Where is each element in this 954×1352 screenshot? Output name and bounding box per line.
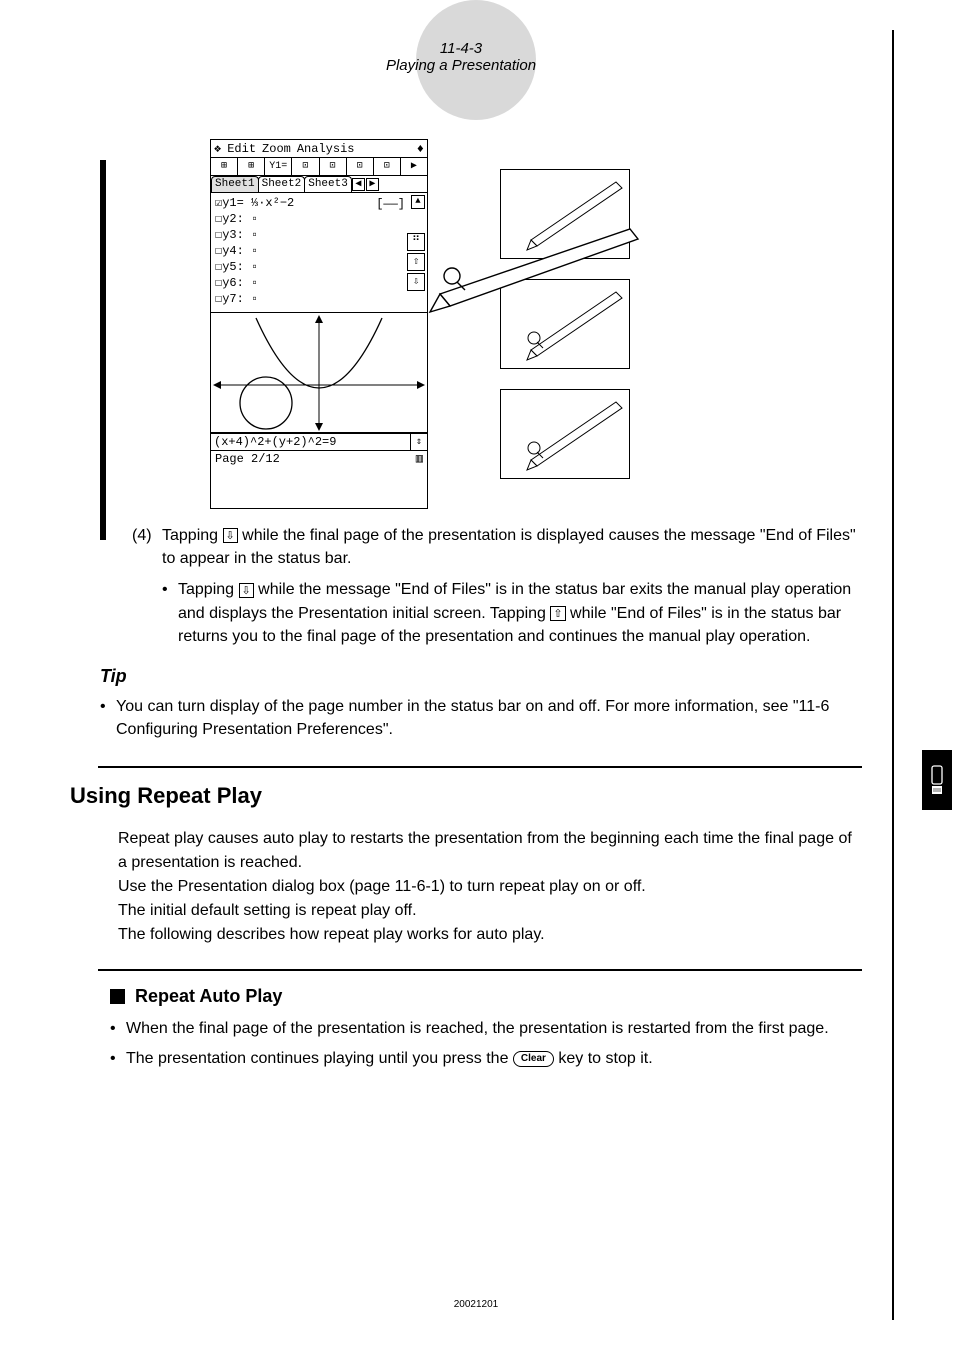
func-y3[interactable]: ☐y3: ▫	[215, 227, 423, 243]
menu-edit[interactable]: Edit	[227, 142, 256, 156]
para: The initial default setting is repeat pl…	[118, 899, 852, 923]
para: Repeat play causes auto play to restarts…	[118, 827, 852, 875]
equation-field[interactable]: (x+4)^2+(y+2)^2=9	[211, 434, 411, 450]
para: Use the Presentation dialog box (page 11…	[118, 875, 852, 899]
section-title: Playing a Presentation	[60, 57, 862, 74]
down-arrow-icon: ⇩	[223, 528, 238, 543]
func-y4[interactable]: ☐y4: ▫	[215, 243, 423, 259]
toolbar-btn[interactable]: ⊡	[292, 158, 319, 175]
menu-diamond-icon[interactable]: ♦	[417, 142, 424, 156]
page-header: 11-4-3 Playing a Presentation	[60, 30, 862, 74]
status-page: Page 2/12	[215, 451, 280, 468]
tab-sheet3[interactable]: Sheet3	[304, 176, 352, 192]
tip-heading: Tip	[100, 666, 862, 687]
bullet-icon: •	[110, 1017, 126, 1041]
menu-bar[interactable]: ❖ Edit Zoom Analysis ♦	[211, 140, 427, 158]
func-y5[interactable]: ☐y5: ▫	[215, 259, 423, 275]
tip-body: • You can turn display of the page numbe…	[100, 695, 842, 741]
stylus-figure-2	[500, 279, 630, 369]
tab-nav-left[interactable]: ◀	[352, 178, 365, 191]
sheet-tabs[interactable]: Sheet1 Sheet2 Sheet3 ◀ ▶	[211, 176, 427, 193]
menu-analysis[interactable]: Analysis	[297, 142, 355, 156]
bullet-text: When the final page of the presentation …	[126, 1017, 829, 1041]
bullet-icon: •	[162, 578, 178, 648]
bullet-text: The presentation continues playing until…	[126, 1047, 653, 1071]
battery-icon: ▥	[416, 451, 423, 468]
stylus-figure-3	[500, 389, 630, 479]
stylus-figure-1	[500, 169, 630, 259]
func-y7[interactable]: ☐y7: ▫	[215, 291, 423, 307]
bullet-icon: •	[110, 1047, 126, 1071]
para: The following describes how repeat play …	[118, 923, 852, 947]
function-list[interactable]: ☑y1= ⅓·x²−2 ☐y2: ▫ ☐y3: ▫ ☐y4: ▫ ☐y5: ▫ …	[211, 193, 427, 313]
divider	[98, 766, 862, 768]
up-arrow-icon: ⇧	[550, 606, 565, 621]
calculator-screenshot: ❖ Edit Zoom Analysis ♦ ⊞ ⊞ Y1= ⊡ ⊡ ⊡ ⊡ ▶…	[210, 139, 428, 509]
toolbar-btn[interactable]: ⊡	[347, 158, 374, 175]
scroll-widgets[interactable]: ⠛ ⇧ ⇩	[407, 233, 425, 291]
repeat-paragraphs: Repeat play causes auto play to restarts…	[118, 827, 852, 947]
toolbar-btn[interactable]: ⊡	[374, 158, 401, 175]
procedure-sidebar	[100, 160, 106, 540]
toolbar[interactable]: ⊞ ⊞ Y1= ⊡ ⊡ ⊡ ⊡ ▶	[211, 158, 427, 176]
divider	[98, 969, 862, 971]
h2-using-repeat-play: Using Repeat Play	[70, 783, 862, 809]
equation-input[interactable]: (x+4)^2+(y+2)^2=9 ⇕	[211, 433, 427, 451]
equation-side-icon[interactable]: ⇕	[411, 434, 427, 450]
status-bar: Page 2/12 ▥	[211, 451, 427, 468]
step-sub-text: Tapping ⇩ while the message "End of File…	[178, 578, 862, 648]
tip-text: You can turn display of the page number …	[116, 695, 842, 741]
toolbar-btn[interactable]: ⊡	[320, 158, 347, 175]
toolbar-btn[interactable]: ⊞	[238, 158, 265, 175]
footer-date: 20021201	[454, 1299, 499, 1310]
figure-area: ❖ Edit Zoom Analysis ♦ ⊞ ⊞ Y1= ⊡ ⊡ ⊡ ⊡ ▶…	[210, 139, 862, 509]
autoplay-bullets: • When the final page of the presentatio…	[110, 1017, 862, 1071]
square-bullet-icon	[110, 989, 125, 1004]
clear-key-icon: Clear	[513, 1051, 554, 1067]
func-y2[interactable]: ☐y2: ▫	[215, 211, 423, 227]
h3-text: Repeat Auto Play	[135, 986, 282, 1007]
menu-zoom[interactable]: Zoom	[262, 142, 291, 156]
section-number: 11-4-3	[60, 40, 862, 57]
tab-sheet1[interactable]: Sheet1	[211, 176, 259, 192]
tab-sheet2[interactable]: Sheet2	[258, 176, 306, 192]
scroll-down-button[interactable]: ⇩	[407, 273, 425, 291]
side-tab-icon	[922, 750, 952, 810]
down-arrow-icon: ⇩	[239, 583, 254, 598]
bullet-icon: •	[100, 695, 116, 741]
graph-pane[interactable]	[211, 313, 427, 433]
tab-nav-right[interactable]: ▶	[366, 178, 379, 191]
step-number: (4)	[132, 524, 162, 570]
app-menu-icon[interactable]: ❖	[214, 141, 221, 156]
toolbar-btn[interactable]: ⊞	[211, 158, 238, 175]
toolbar-more[interactable]: ▶	[401, 158, 427, 175]
scroll-top-icon[interactable]: ▲	[411, 195, 425, 209]
h3-repeat-auto-play: Repeat Auto Play	[110, 986, 862, 1007]
step-4-block: (4) Tapping ⇩ while the final page of th…	[132, 524, 862, 648]
drag-handle-icon[interactable]: ⠛	[407, 233, 425, 251]
line-style-icon: [——]	[376, 197, 405, 211]
scroll-up-button[interactable]: ⇧	[407, 253, 425, 271]
toolbar-btn[interactable]: Y1=	[265, 158, 292, 175]
func-y6[interactable]: ☐y6: ▫	[215, 275, 423, 291]
step-text: Tapping ⇩ while the final page of the pr…	[162, 524, 862, 570]
